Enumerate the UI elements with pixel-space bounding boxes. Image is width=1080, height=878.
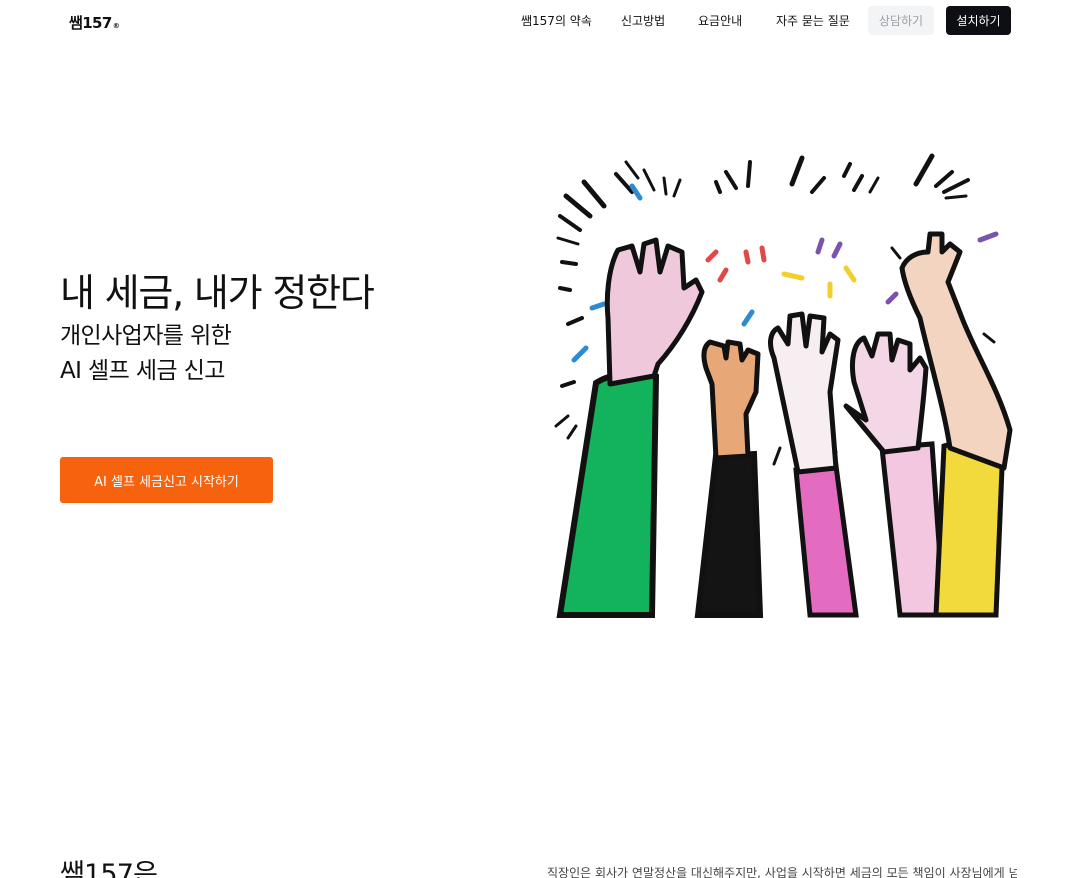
about-title: 쌤157은	[60, 859, 158, 878]
nav-pricing[interactable]: 요금안내	[698, 12, 742, 29]
hero-title: 내 세금, 내가 정한다	[60, 271, 375, 315]
hero-subtitle-line1: 개인사업자를 위한	[60, 323, 232, 349]
about-description: 직장인은 회사가 연말정산을 대신해주지만, 사업을 시작하면 세금의 모든 책…	[547, 866, 1017, 878]
nav-promise[interactable]: 쌤157의 약속	[521, 12, 592, 29]
hero-subtitle-line2: AI 셀프 세금 신고	[60, 358, 225, 384]
raised-hands-illustration	[554, 153, 1013, 618]
nav-filing-method[interactable]: 신고방법	[621, 12, 665, 29]
consult-button[interactable]: 상담하기	[868, 6, 934, 35]
nav-faq[interactable]: 자주 묻는 질문	[776, 12, 850, 29]
landing-page: 쌤157® 쌤157의 약속 신고방법 요금안내 자주 묻는 질문 상담하기 설…	[0, 0, 1080, 878]
top-header: 쌤157® 쌤157의 약속 신고방법 요금안내 자주 묻는 질문 상담하기 설…	[0, 0, 1080, 42]
install-button[interactable]: 설치하기	[946, 6, 1011, 35]
start-filing-button[interactable]: AI 셀프 세금신고 시작하기	[60, 457, 273, 503]
